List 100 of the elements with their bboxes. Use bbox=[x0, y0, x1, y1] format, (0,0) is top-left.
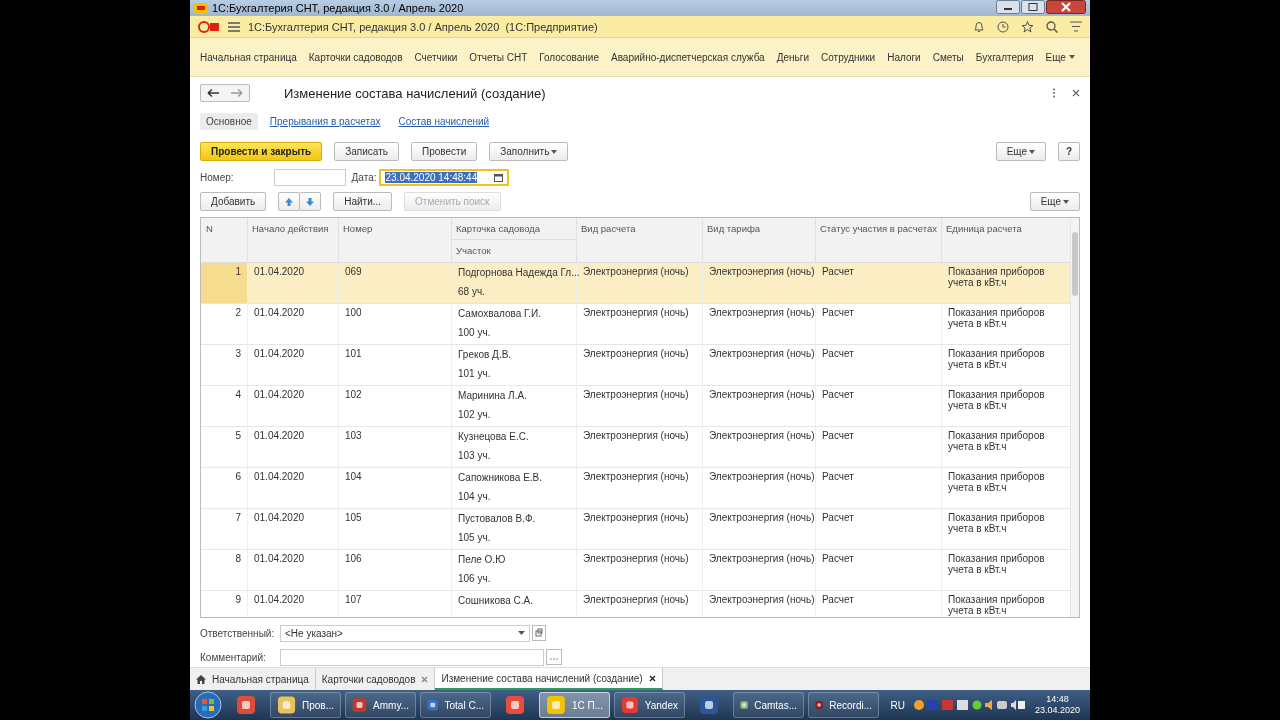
more-button[interactable]: Еще bbox=[995, 142, 1046, 161]
table-cell: Электроэнергия (ночь) bbox=[702, 263, 815, 303]
close-icon[interactable] bbox=[1046, 0, 1086, 14]
caret-icon bbox=[1029, 149, 1035, 154]
form-tab[interactable]: Прерывания в расчетах bbox=[263, 112, 387, 130]
date-label: Дата: bbox=[351, 171, 377, 183]
column-header[interactable]: Участок bbox=[451, 240, 576, 262]
nav-link[interactable]: Налоги bbox=[881, 51, 927, 63]
table-cell: Расчет bbox=[815, 345, 941, 385]
table-cell: 01.04.2020 bbox=[247, 345, 338, 385]
open-tab-label: Начальная страница bbox=[212, 673, 309, 685]
table-row[interactable]: 7 01.04.2020 105 Пустовалов В.Ф. 105 уч. Электроэнергия (ночь) Электроэнергия (ночь) Расчет Показания приборов учета в кВт.ч bbox=[201, 509, 1070, 550]
more-menu[interactable]: Еще bbox=[1039, 51, 1081, 63]
table-cell: 105 bbox=[338, 509, 451, 549]
form-tab[interactable]: Состав начислений bbox=[392, 112, 496, 130]
column-header[interactable]: Статус участия в расчетах bbox=[815, 218, 941, 262]
nav-link[interactable]: Сотрудники bbox=[815, 51, 882, 63]
table-cell: 106 bbox=[338, 550, 451, 590]
nav-link[interactable]: Сметы bbox=[926, 51, 970, 63]
table-cell: 01.04.2020 bbox=[247, 304, 338, 344]
caret-icon bbox=[1063, 199, 1069, 204]
taskbar-item[interactable]: Camtas... bbox=[733, 692, 804, 718]
taskbar-item[interactable]: Пров... bbox=[270, 692, 341, 718]
taskbar-item[interactable]: Yandex bbox=[614, 692, 685, 718]
app-icon bbox=[352, 695, 368, 715]
app-icon bbox=[546, 695, 566, 715]
caret-icon[interactable] bbox=[518, 631, 525, 635]
search-icon[interactable] bbox=[1046, 20, 1058, 33]
table-cell-text: 68 уч. bbox=[457, 286, 486, 297]
table-cell-text: 105 уч. bbox=[457, 532, 492, 543]
table-cell-text: 101 уч. bbox=[457, 368, 492, 379]
column-header[interactable]: Вид расчета bbox=[576, 218, 702, 262]
command-button[interactable]: Провести bbox=[411, 142, 478, 161]
table-cell: 1 bbox=[201, 263, 247, 303]
menu-icon[interactable] bbox=[228, 21, 240, 32]
table-cell: Электроэнергия (ночь) bbox=[702, 468, 815, 508]
more-button[interactable]: Еще bbox=[1029, 192, 1080, 211]
more-icon[interactable] bbox=[1052, 88, 1056, 98]
tray-icons[interactable] bbox=[912, 699, 1025, 711]
taskbar-label: Пров... bbox=[302, 699, 334, 711]
form-tab[interactable]: Основное bbox=[200, 112, 258, 130]
bell-icon[interactable] bbox=[973, 20, 985, 33]
home-icon bbox=[196, 674, 206, 684]
comment-field[interactable] bbox=[280, 648, 544, 666]
nav-link[interactable]: Голосование bbox=[533, 51, 605, 63]
column-header[interactable]: Вид тарифа bbox=[702, 218, 815, 262]
clock[interactable]: 14:48 23.04.2020 bbox=[1034, 694, 1080, 716]
scrollbar[interactable] bbox=[1070, 218, 1079, 617]
command-button[interactable]: Провести и закрыть bbox=[200, 142, 323, 161]
table-command-button[interactable]: Добавить bbox=[200, 192, 267, 211]
open-tab[interactable]: Изменение состава начислений (создание) bbox=[435, 668, 663, 690]
nav-link[interactable]: Начальная страница bbox=[194, 51, 303, 63]
nav-link[interactable]: Бухгалтерия bbox=[969, 51, 1040, 63]
taskbar-item[interactable]: Total C... bbox=[420, 692, 491, 718]
column-header[interactable]: Карточка садовода bbox=[451, 218, 576, 240]
date-field[interactable]: 23.04.2020 14:48:44 bbox=[379, 168, 510, 186]
command-button[interactable]: Записать bbox=[334, 142, 399, 161]
star-icon[interactable] bbox=[1021, 20, 1034, 33]
taskbar-item[interactable]: Ammy... bbox=[345, 692, 416, 718]
minimize-icon[interactable] bbox=[996, 0, 1020, 14]
calendar-icon[interactable] bbox=[494, 172, 504, 182]
table-row[interactable]: 3 01.04.2020 101 Греков Д.В. 101 уч. Электроэнергия (ночь) Электроэнергия (ночь) Расчет Показания приборов учета в кВт.ч bbox=[201, 345, 1070, 386]
nav-link[interactable]: Счетчики bbox=[408, 51, 464, 63]
table-row[interactable]: 8 01.04.2020 106 Пеле О.Ю 106 уч. Электроэнергия (ночь) Электроэнергия (ночь) Расчет Показания приборов учета в кВт.ч bbox=[201, 550, 1070, 591]
help-button[interactable]: ? bbox=[1058, 142, 1080, 161]
app-icon bbox=[277, 695, 297, 715]
taskbar-item[interactable]: 1С П... bbox=[539, 692, 610, 718]
table-row[interactable]: 4 01.04.2020 102 Маринина Л.А. 102 уч. Электроэнергия (ночь) Электроэнергия (ночь) Расчет Показания приборов учета в кВт.ч bbox=[201, 386, 1070, 427]
table-row[interactable]: 5 01.04.2020 103 Кузнецова Е.С. 103 уч. Электроэнергия (ночь) Электроэнергия (ночь) Расчет Показания приборов учета в кВт.ч bbox=[201, 427, 1070, 468]
nav-link[interactable]: Отчеты СНТ bbox=[463, 51, 534, 63]
settings-icon[interactable] bbox=[1070, 21, 1082, 32]
nav-link[interactable]: Деньги bbox=[770, 51, 815, 63]
column-header[interactable]: Номер bbox=[338, 218, 451, 262]
close-icon[interactable] bbox=[648, 674, 656, 682]
maximize-icon[interactable] bbox=[1021, 0, 1045, 14]
table-cell: Расчет bbox=[815, 468, 941, 508]
history-icon[interactable] bbox=[997, 20, 1009, 33]
move-up-button[interactable] bbox=[278, 192, 301, 211]
command-button[interactable]: Заполнить bbox=[489, 142, 569, 161]
column-header[interactable]: Начало действия bbox=[247, 218, 338, 262]
table-row[interactable]: 2 01.04.2020 100 Самохвалова Г.И. 100 уч. Электроэнергия (ночь) Электроэнергия (ночь) Расчет Показания приборов учета в кВт.ч bbox=[201, 304, 1070, 345]
open-icon[interactable] bbox=[532, 625, 546, 641]
table-cell: Электроэнергия (ночь) bbox=[702, 591, 815, 617]
table-cell-text: Самохвалова Г.И. bbox=[457, 308, 542, 319]
number-field[interactable] bbox=[273, 168, 346, 186]
move-down-button[interactable] bbox=[299, 192, 322, 211]
nav-link[interactable]: Карточки садоводов bbox=[302, 51, 409, 63]
table-cell: 01.04.2020 bbox=[247, 468, 338, 508]
table-cell-text: 106 уч. bbox=[457, 573, 492, 584]
nav-link[interactable]: Аварийно-диспетчерская служба bbox=[604, 51, 771, 63]
table-row[interactable]: 1 01.04.2020 069 Подгорнова Надежда Гл... 68 уч. Электроэнергия (ночь) Электроэнергия (ночь) Расчет Показания приборов учета в кВт.ч bbox=[201, 263, 1070, 304]
table-command-button[interactable]: Найти... bbox=[333, 192, 393, 211]
table-row[interactable]: 6 01.04.2020 104 Сапожникова Е.В. 104 уч. Электроэнергия (ночь) Электроэнергия (ночь) Расчет Показания приборов учета в кВт.ч bbox=[201, 468, 1070, 509]
responsible-field[interactable]: <Не указан> bbox=[280, 624, 530, 642]
taskbar-item[interactable]: Recordi... bbox=[808, 692, 879, 718]
language-indicator[interactable]: RU bbox=[890, 699, 905, 711]
table-cell-text: 8 bbox=[234, 552, 242, 566]
start-icon[interactable] bbox=[194, 691, 222, 719]
form-title: Изменение состава начислений (создание) bbox=[284, 85, 547, 101]
column-header[interactable]: N bbox=[201, 218, 247, 262]
